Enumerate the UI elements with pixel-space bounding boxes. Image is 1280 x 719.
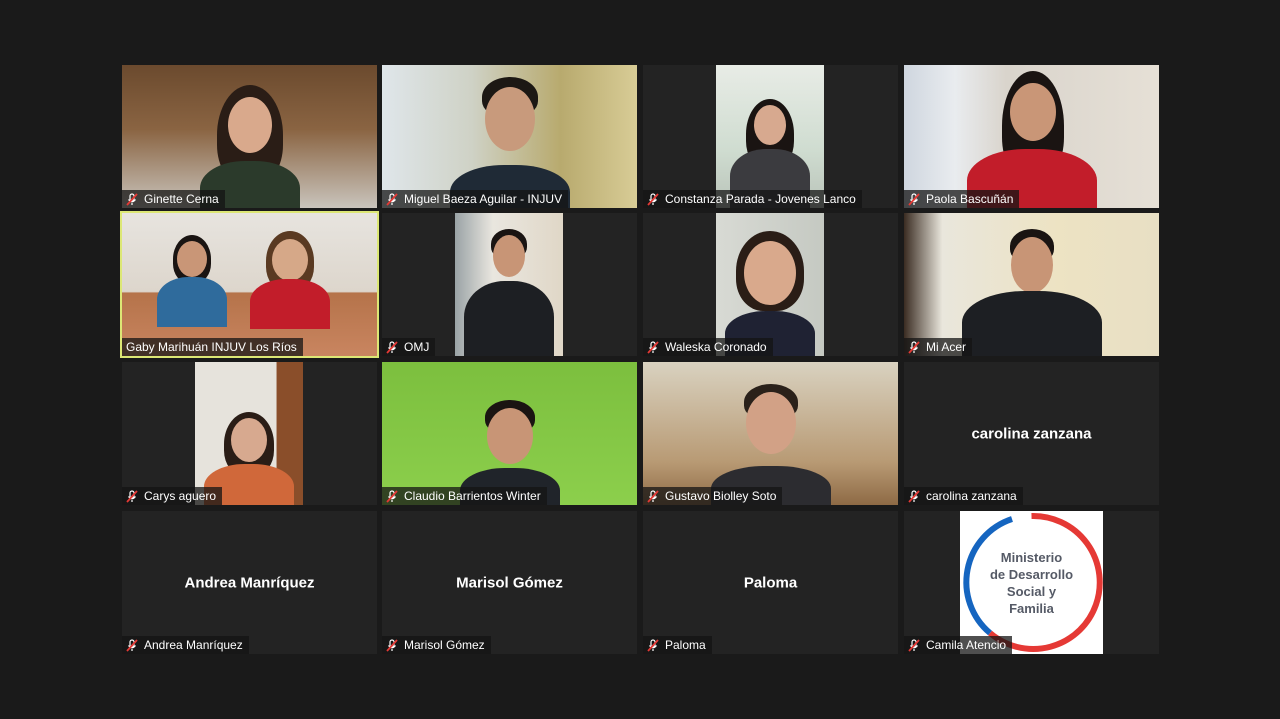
participant-name: Andrea Manríquez [144, 638, 243, 652]
participant-name: Constanza Parada - Jovenes Lanco [665, 192, 856, 206]
participant-name: Carys aguero [144, 489, 217, 503]
participant-tile-active-speaker[interactable]: Gaby Marihuán INJUV Los Ríos [120, 211, 379, 358]
mic-muted-icon [386, 490, 398, 503]
mic-muted-icon [908, 490, 920, 503]
mic-muted-icon [386, 193, 398, 206]
participant-video [904, 65, 1159, 208]
participant-name: Ginette Cerna [144, 192, 219, 206]
participant-nameplate: Constanza Parada - Jovenes Lanco [643, 190, 862, 208]
mic-muted-icon [647, 193, 659, 206]
mic-muted-icon [647, 639, 659, 652]
participant-nameplate: Andrea Manríquez [122, 636, 249, 654]
mic-muted-icon [386, 341, 398, 354]
participant-tile[interactable]: Mi Acer [904, 213, 1159, 356]
participant-display-name: carolina zanzana [971, 425, 1092, 442]
participant-video [643, 362, 898, 505]
participant-nameplate: OMJ [382, 338, 436, 356]
participant-tile[interactable]: Waleska Coronado [643, 213, 898, 356]
participant-tile[interactable]: Gustavo Biolley Soto [643, 362, 898, 505]
mic-muted-icon [908, 341, 920, 354]
participant-name: Marisol Gómez [404, 638, 485, 652]
participant-video [716, 213, 824, 356]
participant-video [122, 65, 377, 208]
participant-video [716, 65, 824, 208]
participant-nameplate: Marisol Gómez [382, 636, 491, 654]
mic-muted-icon [126, 639, 138, 652]
participant-tile[interactable]: carolina zanzana carolina zanzana [904, 362, 1159, 505]
participant-display-name: Marisol Gómez [456, 574, 563, 591]
participant-video [382, 65, 637, 208]
participant-name: Paola Bascuñán [926, 192, 1014, 206]
ministry-logo-text: Ministerio de Desarrollo Social y Famili… [989, 550, 1074, 616]
participant-tile[interactable]: Paloma Paloma [643, 511, 898, 654]
participant-name: Mi Acer [926, 340, 967, 354]
participant-video [904, 213, 1159, 356]
participant-tile[interactable]: Claudio Barrientos Winter [382, 362, 637, 505]
participant-tile[interactable]: Constanza Parada - Jovenes Lanco [643, 65, 898, 208]
mic-muted-icon [386, 639, 398, 652]
participant-name: carolina zanzana [926, 489, 1017, 503]
participant-name: Claudio Barrientos Winter [404, 489, 541, 503]
participant-tile[interactable]: OMJ [382, 213, 637, 356]
participant-nameplate: Paloma [643, 636, 712, 654]
participant-name: OMJ [404, 340, 430, 354]
participant-nameplate: Gaby Marihuán INJUV Los Ríos [122, 338, 303, 356]
participant-name: Gaby Marihuán INJUV Los Ríos [126, 340, 297, 354]
participant-tile[interactable]: Ginette Cerna [122, 65, 377, 208]
participant-display-name: Andrea Manríquez [184, 574, 315, 591]
participant-name: Camila Atencio [926, 638, 1007, 652]
participant-video [122, 213, 377, 356]
participant-nameplate: Camila Atencio [904, 636, 1013, 654]
participant-tile[interactable]: Carys aguero [122, 362, 377, 505]
participant-tile[interactable]: Ministerio de Desarrollo Social y Famili… [904, 511, 1159, 654]
participant-name: Gustavo Biolley Soto [665, 489, 777, 503]
participant-video [455, 213, 563, 356]
participant-nameplate: Mi Acer [904, 338, 973, 356]
participant-tile[interactable]: Miguel Baeza Aguilar - INJUV [382, 65, 637, 208]
participant-nameplate: Ginette Cerna [122, 190, 225, 208]
participant-nameplate: Gustavo Biolley Soto [643, 487, 783, 505]
participant-tile[interactable]: Marisol Gómez Marisol Gómez [382, 511, 637, 654]
participant-nameplate: Waleska Coronado [643, 338, 773, 356]
participant-tile[interactable]: Andrea Manríquez Andrea Manríquez [122, 511, 377, 654]
gallery-grid: Ginette Cerna Miguel Baeza Aguilar - INJ… [0, 0, 1280, 719]
participant-name: Waleska Coronado [665, 340, 767, 354]
mic-muted-icon [908, 639, 920, 652]
participant-video [195, 362, 303, 505]
participant-name: Miguel Baeza Aguilar - INJUV [404, 192, 563, 206]
participant-nameplate: carolina zanzana [904, 487, 1023, 505]
participant-nameplate: Miguel Baeza Aguilar - INJUV [382, 190, 569, 208]
ministry-logo: Ministerio de Desarrollo Social y Famili… [960, 511, 1103, 654]
mic-muted-icon [126, 193, 138, 206]
participant-display-name: Paloma [743, 574, 798, 591]
mic-muted-icon [647, 341, 659, 354]
mic-muted-icon [126, 490, 138, 503]
participant-nameplate: Carys aguero [122, 487, 223, 505]
participant-nameplate: Claudio Barrientos Winter [382, 487, 547, 505]
mic-muted-icon [647, 490, 659, 503]
participant-name: Paloma [665, 638, 706, 652]
participant-nameplate: Paola Bascuñán [904, 190, 1020, 208]
participant-video [382, 362, 637, 505]
participant-tile[interactable]: Paola Bascuñán [904, 65, 1159, 208]
mic-muted-icon [908, 193, 920, 206]
